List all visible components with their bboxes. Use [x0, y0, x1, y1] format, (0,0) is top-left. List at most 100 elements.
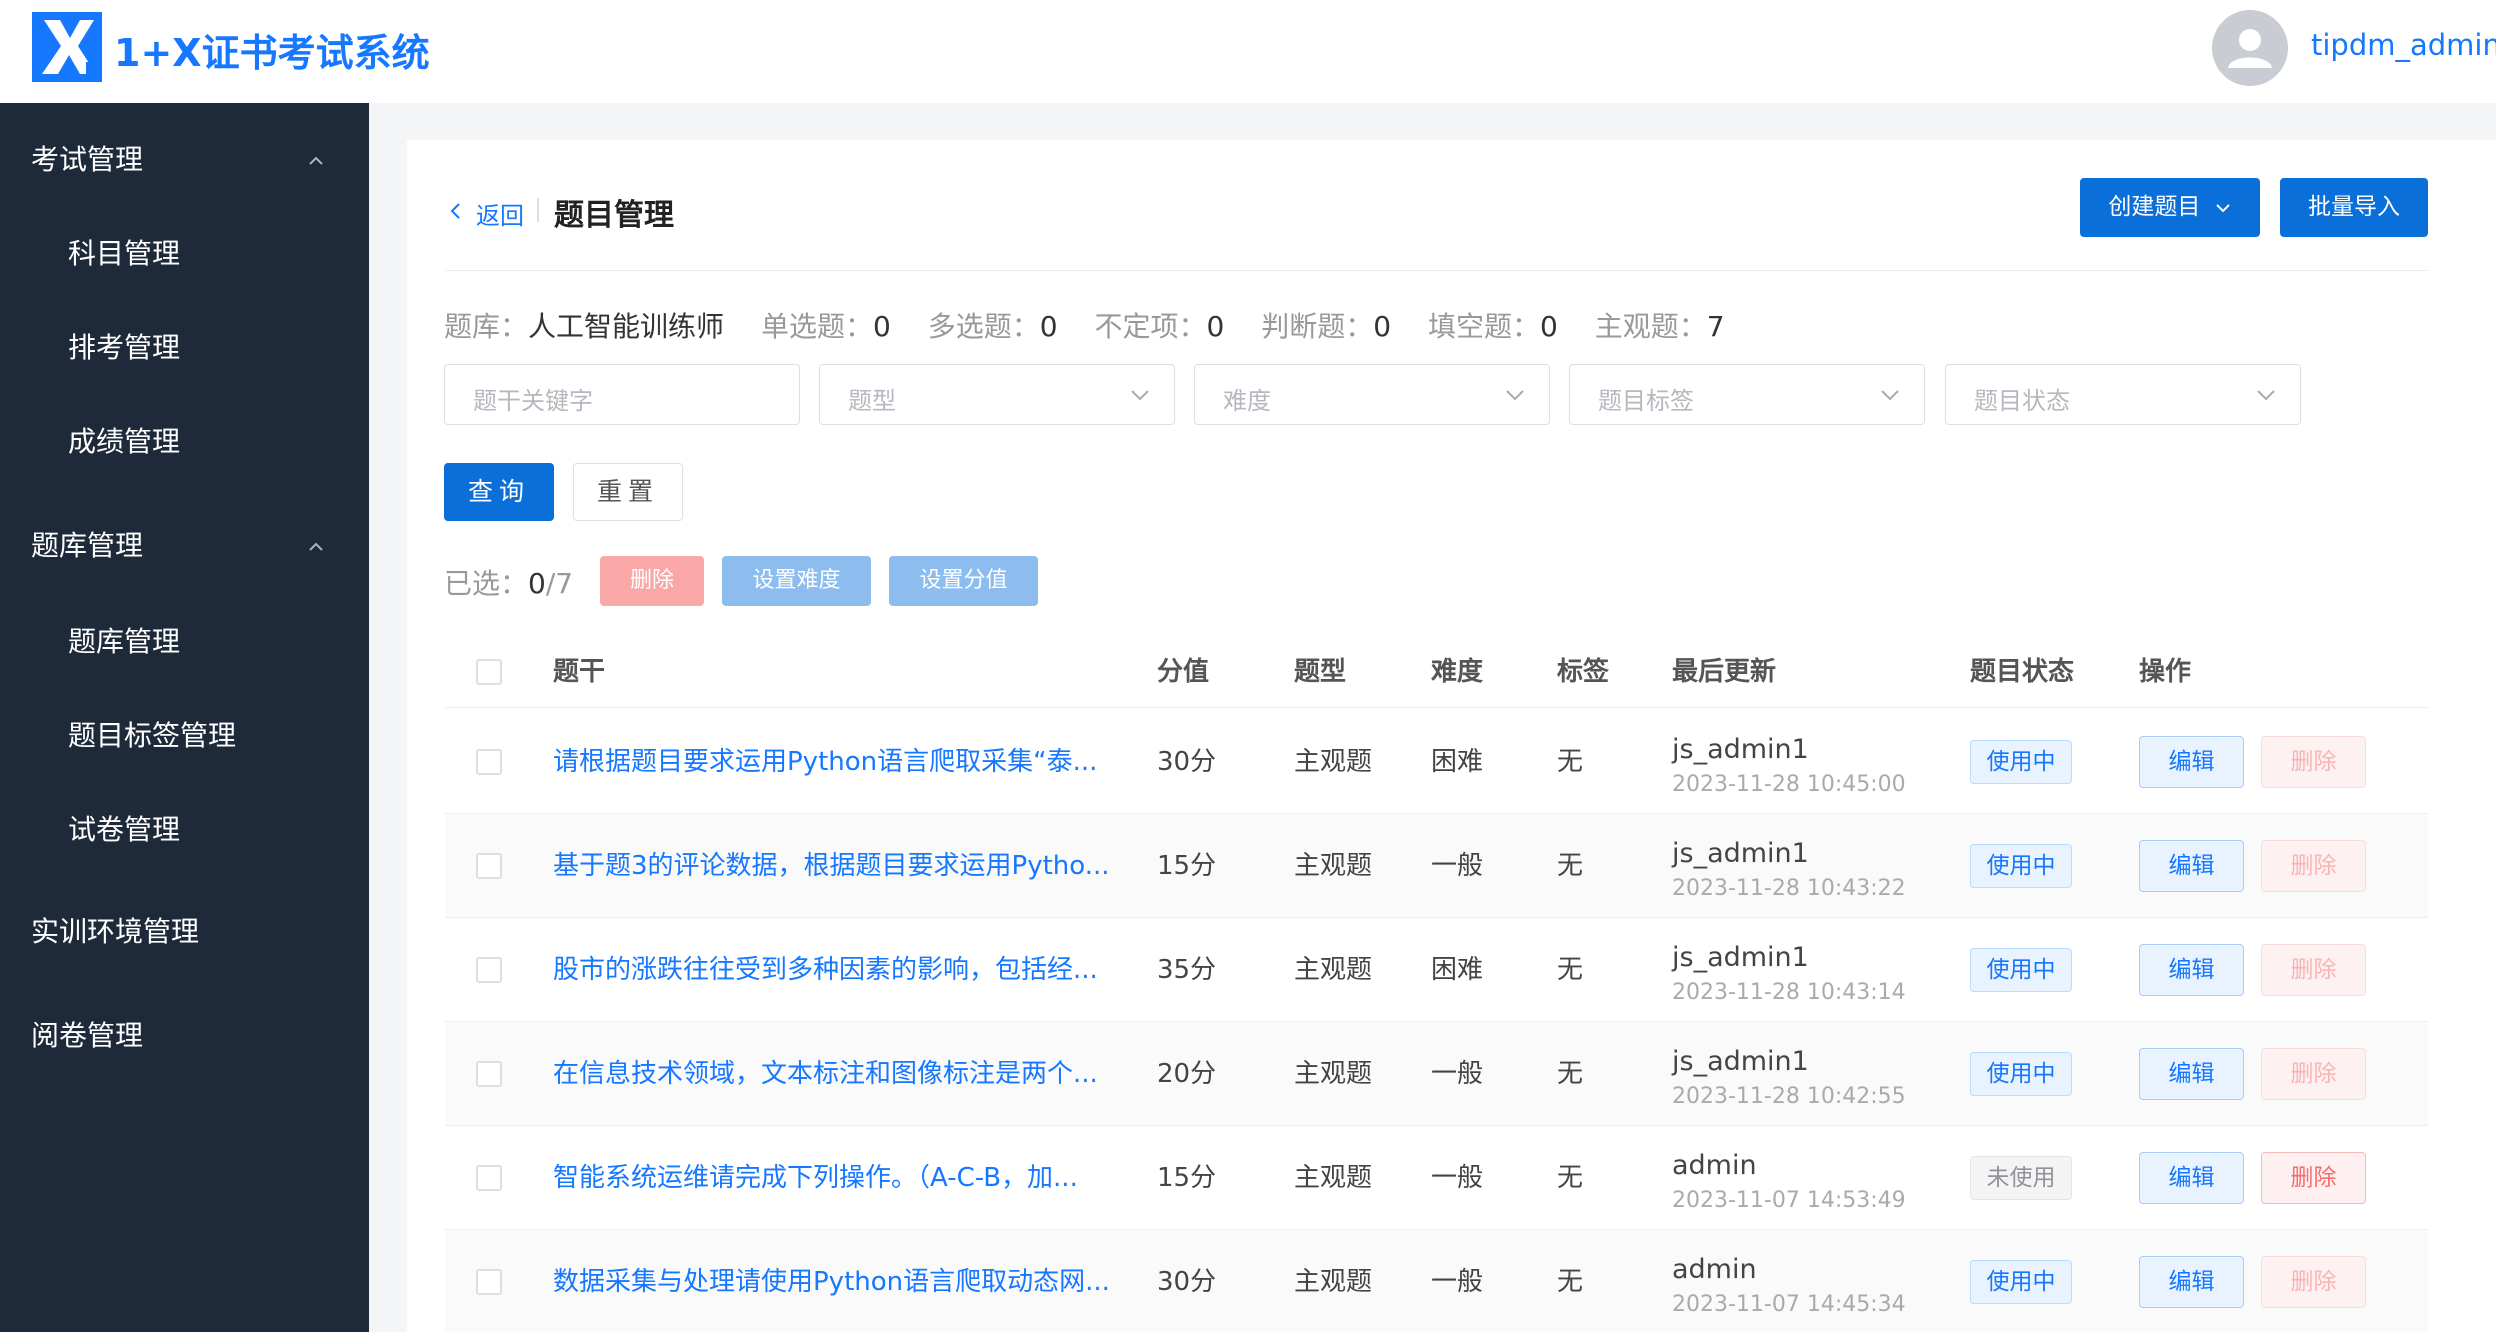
row-checkbox[interactable] [476, 957, 502, 983]
header-tag: 标签 [1557, 657, 1610, 687]
row-checkbox[interactable] [476, 853, 502, 879]
sidebar-group-exam[interactable]: 考试管理 [0, 115, 369, 205]
delete-button[interactable]: 删除 [2261, 840, 2366, 892]
updated-by: js_admin1 [1672, 1046, 1809, 1077]
difficulty-placeholder: 难度 [1223, 387, 1271, 415]
tag-cell: 无 [1557, 1059, 1584, 1089]
sidebar-item-schedule[interactable]: 排考管理 [0, 303, 369, 393]
question-stem-link[interactable]: 股市的涨跌往往受到多种因素的影响，包括经... [553, 918, 1098, 1022]
score-cell: 30分 [1157, 747, 1217, 777]
delete-button[interactable]: 删除 [2261, 1152, 2366, 1204]
header-type: 题型 [1294, 657, 1347, 687]
bulk-delete-button[interactable]: 删除 [600, 556, 704, 606]
edit-button[interactable]: 编辑 [2139, 1256, 2244, 1308]
edit-button[interactable]: 编辑 [2139, 1048, 2244, 1100]
sidebar-item-papers[interactable]: 试卷管理 [0, 785, 369, 875]
sidebar-item-scores[interactable]: 成绩管理 [0, 397, 369, 487]
create-question-button[interactable]: 创建题目 [2080, 178, 2260, 237]
back-link[interactable]: 返回 [476, 196, 524, 231]
delete-button[interactable]: 删除 [2261, 1256, 2366, 1308]
chevron-down-icon [1506, 390, 1524, 401]
edit-button[interactable]: 编辑 [2139, 1152, 2244, 1204]
sidebar-item-bank[interactable]: 题库管理 [0, 597, 369, 687]
score-cell: 15分 [1157, 851, 1217, 881]
difficulty-cell: 一般 [1431, 851, 1484, 881]
delete-button[interactable]: 删除 [2261, 1048, 2366, 1100]
sidebar: 考试管理 科目管理 排考管理 成绩管理 题库管理 题库管理 题目标签管理 试卷管… [0, 103, 369, 1332]
chevron-down-icon [2257, 390, 2275, 401]
row-checkbox[interactable] [476, 749, 502, 775]
stat-label: 填空题： [1427, 310, 1540, 343]
app-logo-icon[interactable] [32, 12, 102, 82]
delete-button[interactable]: 删除 [2261, 736, 2366, 788]
status-badge: 使用中 [1970, 844, 2072, 888]
sidebar-item-tags[interactable]: 题目标签管理 [0, 691, 369, 781]
table-row: 请根据题目要求运用Python语言爬取采集“泰... 30分 主观题 困难 无 js_ad… [445, 710, 2428, 814]
sidebar-item-label: 题目标签管理 [68, 719, 237, 752]
app-title: 1+X证书考试系统 [114, 31, 430, 75]
bulk-import-button[interactable]: 批量导入 [2280, 178, 2428, 237]
sidebar-item-label: 试卷管理 [68, 813, 181, 846]
chevron-up-icon [309, 156, 323, 165]
sidebar-item-label: 排考管理 [68, 331, 181, 364]
updated-by: js_admin1 [1672, 838, 1809, 869]
sidebar-group-bank[interactable]: 题库管理 [0, 501, 369, 591]
type-cell: 主观题 [1294, 1163, 1373, 1193]
edit-button[interactable]: 编辑 [2139, 736, 2244, 788]
delete-button[interactable]: 删除 [2261, 944, 2366, 996]
question-stem-link[interactable]: 数据采集与处理请使用Python语言爬取动态网... [553, 1230, 1110, 1332]
header-score: 分值 [1157, 657, 1210, 687]
select-all-checkbox[interactable] [476, 659, 502, 685]
type-cell: 主观题 [1294, 851, 1373, 881]
tag-cell: 无 [1557, 747, 1584, 777]
type-cell: 主观题 [1294, 747, 1373, 777]
keyword-input[interactable]: 题干关键字 [444, 364, 800, 425]
status-badge: 使用中 [1970, 948, 2072, 992]
status-badge: 未使用 [1970, 1156, 2072, 1200]
question-stem-link[interactable]: 请根据题目要求运用Python语言爬取采集“泰... [553, 710, 1097, 814]
row-checkbox[interactable] [476, 1061, 502, 1087]
stat-single-value: 0 [872, 310, 891, 343]
table-header: 题干 分值 题型 难度 标签 最后更新 题目状态 操作 [445, 636, 2428, 708]
sidebar-group-label: 考试管理 [31, 143, 144, 176]
page-title: 题目管理 [554, 198, 674, 233]
question-stem-link[interactable]: 在信息技术领域，文本标注和图像标注是两个... [553, 1022, 1098, 1126]
type-select[interactable]: 题型 [819, 364, 1175, 425]
tag-select[interactable]: 题目标签 [1569, 364, 1925, 425]
chevron-down-icon [2215, 203, 2230, 212]
status-badge: 使用中 [1970, 1052, 2072, 1096]
difficulty-cell: 一般 [1431, 1059, 1484, 1089]
edit-button[interactable]: 编辑 [2139, 944, 2244, 996]
table-row: 数据采集与处理请使用Python语言爬取动态网... 30分 主观题 一般 无 admin… [445, 1230, 2428, 1332]
sidebar-item-subject[interactable]: 科目管理 [0, 209, 369, 299]
question-stem-link[interactable]: 基于题3的评论数据，根据题目要求运用Pytho... [553, 814, 1110, 918]
type-placeholder: 题型 [848, 387, 896, 415]
top-header: 1+X证书考试系统 tipdm_admin [0, 0, 2496, 103]
updated-by: js_admin1 [1672, 734, 1809, 765]
status-select[interactable]: 题目状态 [1945, 364, 2301, 425]
reset-button[interactable]: 重置 [573, 463, 683, 521]
row-checkbox[interactable] [476, 1165, 502, 1191]
score-cell: 35分 [1157, 955, 1217, 985]
sidebar-group-lab[interactable]: 实训环境管理 [0, 887, 369, 977]
tag-cell: 无 [1557, 955, 1584, 985]
difficulty-select[interactable]: 难度 [1194, 364, 1550, 425]
keyword-placeholder: 题干关键字 [473, 387, 593, 415]
sidebar-group-grading[interactable]: 阅卷管理 [0, 991, 369, 1081]
sidebar-group-label: 实训环境管理 [31, 915, 200, 948]
set-difficulty-button[interactable]: 设置难度 [722, 556, 871, 606]
query-button[interactable]: 查询 [444, 463, 554, 521]
user-avatar[interactable] [2212, 10, 2288, 86]
sidebar-item-label: 题库管理 [68, 625, 181, 658]
question-stem-link[interactable]: 智能系统运维请完成下列操作。（A-C-B，加... [553, 1126, 1078, 1230]
stat-label: 不定项： [1094, 310, 1207, 343]
sidebar-item-label: 成绩管理 [68, 425, 181, 458]
row-checkbox[interactable] [476, 1269, 502, 1295]
set-score-button[interactable]: 设置分值 [889, 556, 1038, 606]
username-link[interactable]: tipdm_admin [2311, 28, 2496, 62]
edit-button[interactable]: 编辑 [2139, 840, 2244, 892]
chevron-left-icon[interactable] [448, 201, 462, 221]
type-cell: 主观题 [1294, 955, 1373, 985]
stat-label: 单选题： [760, 310, 873, 343]
header-actions: 操作 [2139, 657, 2192, 687]
